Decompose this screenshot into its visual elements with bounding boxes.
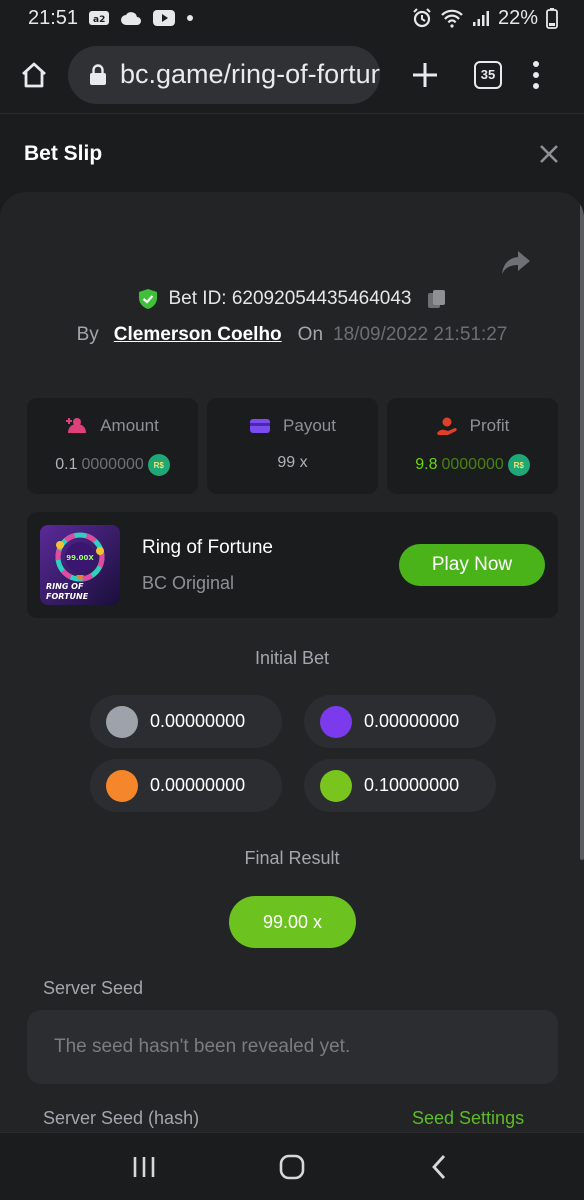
bet-id-row: Bet ID: 62092054435464043 [0, 288, 584, 310]
bet-date: 18/09/2022 21:51:27 [333, 324, 508, 345]
svg-text:99.00X: 99.00X [66, 554, 94, 562]
seed-settings-link[interactable]: Seed Settings [412, 1108, 524, 1129]
amount-stat: Amount 0.1 0000000 R$ [27, 398, 198, 494]
bet-author-row: By Clemerson Coelho On 18/09/2022 21:51:… [0, 324, 584, 346]
bet-value: 0.00000000 [150, 711, 246, 731]
currency-coin-icon: R$ [507, 454, 530, 476]
initial-bet-grid: 0.00000000 0.00000000 0.00000000 0.10000… [90, 695, 496, 812]
home-icon [22, 62, 46, 87]
bet-stats: Amount 0.1 0000000 R$ Payout 99 x Profit … [27, 398, 558, 494]
bet-slip-panel: Bet ID: 62092054435464043 By Clemerson C… [0, 192, 584, 1132]
verified-shield-icon [138, 289, 157, 309]
modal-header: Bet Slip [0, 115, 584, 193]
grey-color-dot [106, 705, 138, 738]
bet-value: 0.10000000 [364, 775, 460, 795]
currency-coin-icon: R$ [147, 454, 170, 476]
profit-label: Profit [469, 416, 510, 435]
share-icon[interactable] [500, 247, 532, 277]
server-seed-hash-label: Server Seed (hash) [43, 1108, 200, 1128]
recent-apps-icon[interactable] [129, 1152, 159, 1182]
lock-icon [90, 63, 106, 85]
on-label: On [297, 324, 324, 345]
youtube-icon [153, 10, 176, 26]
payout-value: 99 x [277, 454, 308, 471]
wallet-card-icon [250, 419, 271, 433]
dot-icon [187, 15, 194, 21]
signal-icon [472, 11, 489, 26]
final-result-badge: 99.00 x [229, 896, 356, 948]
battery-icon [546, 8, 558, 29]
new-tab-icon[interactable] [410, 60, 440, 90]
svg-text:a2: a2 [93, 15, 105, 25]
amount-label: Amount [100, 416, 159, 435]
bet-id: Bet ID: 62092054435464043 [168, 288, 412, 309]
bet-pill-grey: 0.00000000 [90, 695, 282, 748]
status-time: 21:51 [28, 6, 79, 29]
svg-text:RING OF: RING OF [46, 582, 84, 591]
final-result-label: Final Result [244, 848, 340, 868]
address-bar[interactable]: bc.game/ring-of-fortune [68, 45, 380, 104]
by-label: By [76, 324, 99, 345]
purple-color-dot [320, 705, 352, 738]
green-color-dot [320, 769, 352, 802]
bet-value: 0.00000000 [150, 775, 246, 795]
server-seed-field: The seed hasn't been revealed yet. [27, 1010, 558, 1084]
profit-value-trailing: 0000000 [441, 456, 504, 473]
orange-color-dot [106, 769, 138, 802]
bet-pill-orange: 0.00000000 [90, 759, 282, 812]
payout-label: Payout [283, 416, 336, 435]
game-card: 99.00X RING OF FORTUNE Ring of Fortune B… [27, 512, 558, 618]
system-nav-bar [0, 1132, 584, 1200]
server-seed-label: Server Seed [43, 978, 144, 998]
amount-value-trailing: 0000000 [81, 456, 144, 473]
url-text: bc.game/ring-of-fortune [120, 59, 380, 89]
alarm-icon [413, 8, 431, 28]
close-icon[interactable] [538, 143, 560, 165]
back-icon[interactable] [425, 1152, 455, 1182]
profit-icon [436, 417, 457, 435]
bet-value: 0.00000000 [364, 711, 460, 731]
bet-pill-green: 0.10000000 [304, 759, 496, 812]
battery-level: 22% [497, 6, 538, 29]
status-bar: 21:51 a2 22% [0, 0, 584, 36]
play-now-button[interactable]: Play Now [399, 544, 545, 586]
game-name: Ring of Fortune [142, 536, 273, 558]
profit-stat: Profit 9.8 0000000 R$ [387, 398, 558, 494]
copy-icon[interactable] [426, 288, 448, 310]
initial-bet-label: Initial Bet [254, 648, 330, 668]
more-menu-icon[interactable] [532, 60, 540, 89]
tab-switcher-button[interactable]: 35 [474, 60, 502, 89]
player-name-link[interactable]: Clemerson Coelho [114, 324, 282, 346]
browser-toolbar: bc.game/ring-of-fortune 35 [0, 36, 584, 114]
ring-of-fortune-thumbnail: 99.00X RING OF FORTUNE [40, 525, 120, 605]
chat-notification-icon: a2 [89, 11, 110, 25]
payout-stat: Payout 99 x [207, 398, 378, 494]
home-nav-icon[interactable] [277, 1152, 307, 1182]
home-button[interactable] [18, 59, 50, 91]
wifi-icon [441, 9, 463, 28]
profit-value: 9.8 [415, 456, 438, 473]
amount-value: 0.1 [55, 456, 78, 473]
game-thumbnail[interactable]: 99.00X RING OF FORTUNE [40, 525, 120, 605]
modal-title: Bet Slip [24, 142, 103, 165]
bet-pill-purple: 0.00000000 [304, 695, 496, 748]
game-provider: BC Original [142, 572, 235, 593]
amount-icon [66, 418, 87, 433]
cloud-icon [121, 12, 142, 25]
svg-text:FORTUNE: FORTUNE [46, 592, 89, 601]
